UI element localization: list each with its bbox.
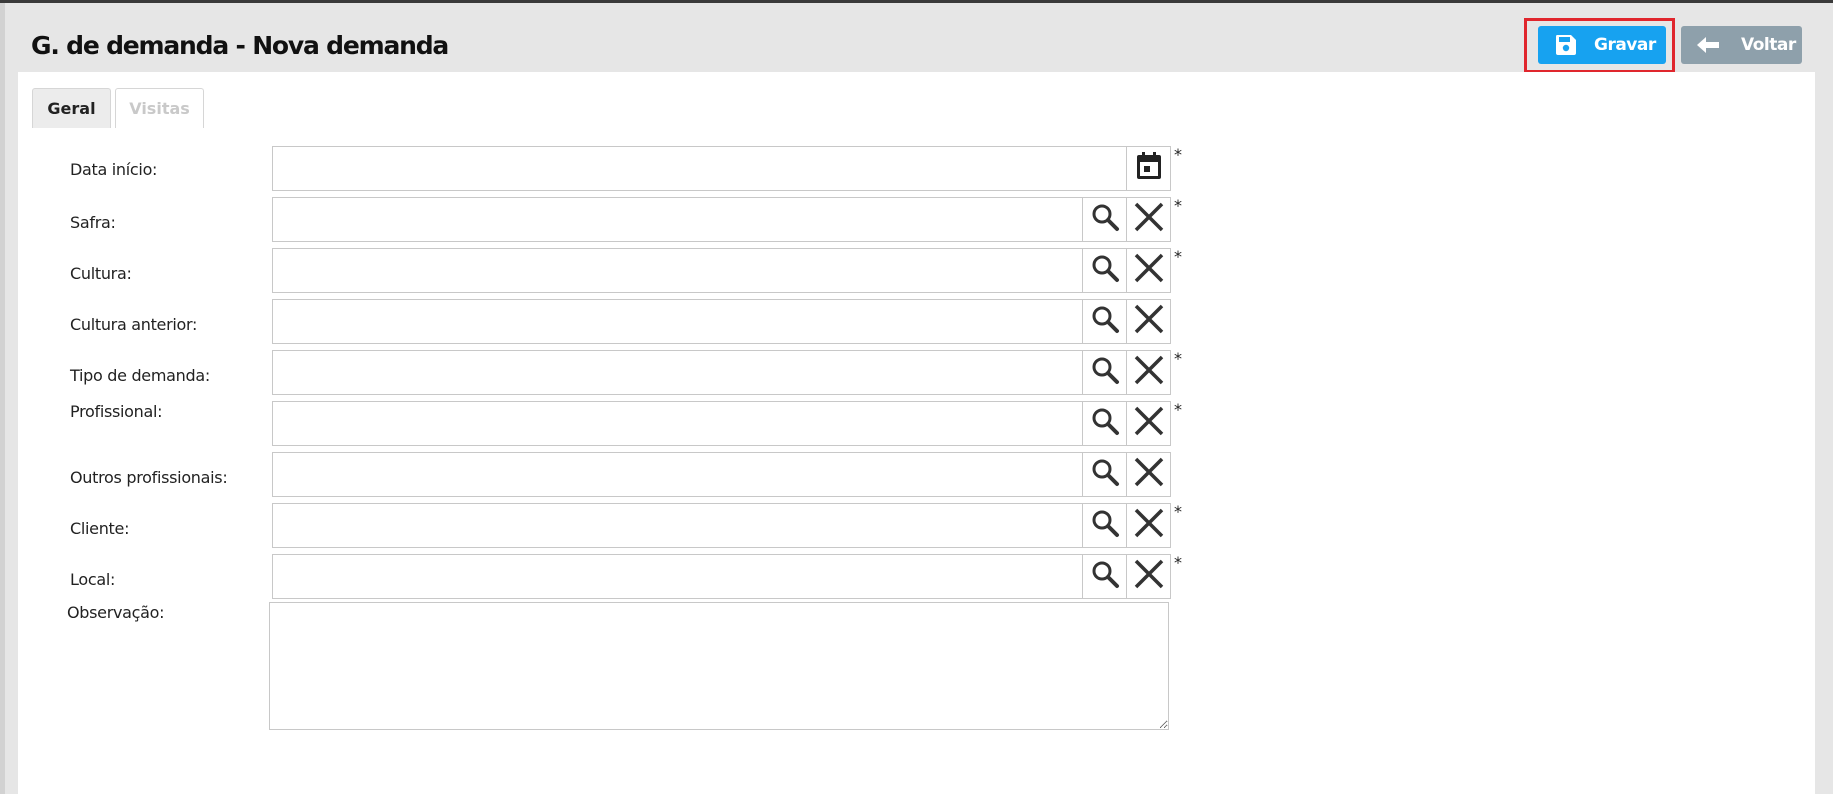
outros-profissionais-search-button[interactable] [1082, 453, 1126, 496]
cliente-clear-button[interactable] [1126, 504, 1170, 547]
search-icon [1090, 559, 1120, 594]
safra-field [272, 197, 1171, 242]
cliente-search-button[interactable] [1082, 504, 1126, 547]
required-marker: * [1174, 553, 1182, 572]
cliente-label: Cliente: [70, 519, 130, 538]
data-inicio-field [272, 146, 1171, 191]
page-title: G. de demanda - Nova demanda [31, 31, 449, 60]
gravar-button[interactable]: Gravar [1538, 26, 1666, 64]
profissional-search-button[interactable] [1082, 402, 1126, 445]
outros-profissionais-input[interactable] [273, 453, 1082, 496]
required-marker: * [1174, 145, 1182, 164]
cultura-anterior-input[interactable] [273, 300, 1082, 343]
cultura-clear-button[interactable] [1126, 249, 1170, 292]
required-marker: * [1174, 502, 1182, 521]
data-inicio-label: Data início: [70, 160, 158, 179]
local-field [272, 554, 1171, 599]
tipo-demanda-clear-button[interactable] [1126, 351, 1170, 394]
close-icon [1133, 354, 1165, 391]
data-inicio-input[interactable] [273, 147, 1126, 190]
tab-geral[interactable]: Geral [32, 88, 111, 128]
calendar-icon [1135, 151, 1163, 186]
safra-clear-button[interactable] [1126, 198, 1170, 241]
profissional-field [272, 401, 1171, 446]
close-icon [1133, 405, 1165, 442]
tipo-demanda-field [272, 350, 1171, 395]
safra-input[interactable] [273, 198, 1082, 241]
cultura-label: Cultura: [70, 264, 132, 283]
local-clear-button[interactable] [1126, 555, 1170, 598]
calendar-button[interactable] [1126, 147, 1170, 190]
cultura-anterior-field [272, 299, 1171, 344]
close-icon [1133, 456, 1165, 493]
close-icon [1133, 201, 1165, 238]
required-marker: * [1174, 400, 1182, 419]
outros-profissionais-label: Outros profissionais: [70, 468, 228, 487]
cultura-search-button[interactable] [1082, 249, 1126, 292]
search-icon [1090, 406, 1120, 441]
required-marker: * [1174, 349, 1182, 368]
cultura-input[interactable] [273, 249, 1082, 292]
search-icon [1090, 202, 1120, 237]
floppy-disk-icon [1554, 33, 1578, 57]
outros-profissionais-field [272, 452, 1171, 497]
search-icon [1090, 253, 1120, 288]
top-border [0, 0, 1833, 3]
required-marker: * [1174, 247, 1182, 266]
tipo-demanda-search-button[interactable] [1082, 351, 1126, 394]
local-input[interactable] [273, 555, 1082, 598]
outros-profissionais-clear-button[interactable] [1126, 453, 1170, 496]
cultura-anterior-label: Cultura anterior: [70, 315, 198, 334]
safra-search-button[interactable] [1082, 198, 1126, 241]
tipo-demanda-label: Tipo de demanda: [70, 366, 210, 385]
tipo-demanda-input[interactable] [273, 351, 1082, 394]
local-search-button[interactable] [1082, 555, 1126, 598]
observacao-label: Observação: [67, 603, 165, 622]
close-icon [1133, 558, 1165, 595]
tab-visitas[interactable]: Visitas [115, 88, 204, 128]
voltar-label: Voltar [1741, 35, 1796, 55]
safra-label: Safra: [70, 213, 116, 232]
close-icon [1133, 303, 1165, 340]
cultura-field [272, 248, 1171, 293]
local-label: Local: [70, 570, 116, 589]
profissional-label: Profissional: [70, 402, 163, 421]
gravar-label: Gravar [1594, 35, 1656, 55]
search-icon [1090, 508, 1120, 543]
cliente-field [272, 503, 1171, 548]
search-icon [1090, 304, 1120, 339]
observacao-textarea[interactable] [269, 602, 1169, 730]
search-icon [1090, 457, 1120, 492]
close-icon [1133, 252, 1165, 289]
arrow-left-icon [1695, 35, 1721, 55]
cultura-anterior-clear-button[interactable] [1126, 300, 1170, 343]
search-icon [1090, 355, 1120, 390]
close-icon [1133, 507, 1165, 544]
left-border [0, 3, 5, 794]
required-marker: * [1174, 196, 1182, 215]
profissional-input[interactable] [273, 402, 1082, 445]
voltar-button[interactable]: Voltar [1681, 26, 1802, 64]
cultura-anterior-search-button[interactable] [1082, 300, 1126, 343]
cliente-input[interactable] [273, 504, 1082, 547]
profissional-clear-button[interactable] [1126, 402, 1170, 445]
